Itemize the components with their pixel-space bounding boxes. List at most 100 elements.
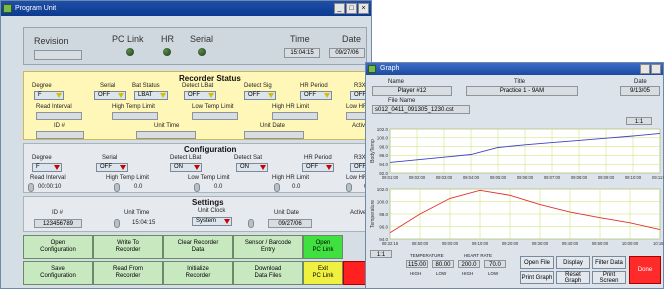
top-chart-xtick: 09:03:00 [436, 175, 453, 180]
top-chart-xtick: 09:08:00 [571, 175, 588, 180]
sensor-barcode-entry-button[interactable]: Sensor / Barcode Entry [233, 235, 303, 259]
set-unitdate-field[interactable]: 09/27/06 [268, 219, 312, 228]
serial-label: Serial [190, 34, 214, 44]
date-label: Date [342, 34, 362, 44]
rs-serial-label: Serial [100, 83, 116, 89]
exit-pc-link-button[interactable]: Exit PC Link [303, 261, 343, 285]
bottom-chart-xtick: 10:00:00 [622, 241, 639, 246]
open-pc-link-button[interactable]: Open PC Link [303, 235, 343, 259]
cfg-readinterval-value[interactable]: 00:00:10 [38, 184, 61, 190]
temperature-limit-label: TEMPERATURE [410, 253, 444, 258]
temp-low-field[interactable]: 80.00 [432, 260, 454, 268]
cfg-degree-label: Degree [32, 155, 52, 161]
hr-low-field[interactable]: 70.0 [484, 260, 506, 268]
settings-panel: Settings ID # Unit Time Unit Clock Unit … [23, 196, 373, 232]
cfg-hrperiod-dropdown[interactable]: OFF [302, 163, 334, 172]
top-chart-xtick: 09:07:00 [544, 175, 561, 180]
cfg-serial-label: Serial [102, 155, 118, 161]
rs-id-field [36, 131, 84, 139]
rs-id-label: ID # [54, 123, 66, 129]
open-configuration-button[interactable]: Open Configuration [23, 235, 93, 259]
hr-low-sublabel: LOW [488, 271, 499, 276]
bottom-chart-xtick: 08:32:15 [382, 241, 399, 246]
display-button[interactable]: Display [556, 256, 590, 269]
bottom-chart-xtick: 09:10:00 [472, 241, 489, 246]
top-chart-xtick: 09:06:00 [517, 175, 534, 180]
rs-detectsig-label: Detect Sig [244, 83, 272, 89]
configuration-title: Configuration [184, 145, 237, 154]
serial-indicator [198, 48, 206, 56]
cfg-detectsat-label: Detect Sat [234, 155, 263, 161]
filter-data-button[interactable]: Filter Data [592, 256, 626, 269]
set-active-label: Active [350, 210, 367, 216]
done-button[interactable]: Done [629, 256, 661, 284]
pclink-label: PC Link [112, 34, 144, 44]
read-from-recorder-button[interactable]: Read From Recorder [93, 261, 163, 285]
program-title: Program Unit [15, 5, 57, 12]
initialize-recorder-button[interactable]: Initialize Recorder [163, 261, 233, 285]
minimize-button[interactable]: _ [334, 3, 345, 14]
hr-high-field[interactable]: 200.0 [458, 260, 480, 268]
reset-graph-button[interactable]: Reset Graph [556, 271, 590, 284]
maximize-button[interactable]: □ [346, 3, 357, 14]
rs-degree-label: Degree [32, 83, 52, 89]
bottom-chart-xtick: 08:50:00 [412, 241, 429, 246]
cfg-highhr-stepper[interactable] [274, 183, 280, 192]
rs-lowtemp-field [192, 112, 238, 120]
set-unitdate-stepper[interactable] [248, 219, 254, 228]
cfg-readinterval-stepper[interactable] [28, 183, 34, 192]
top-chart-xtick: 09:10:00 [625, 175, 642, 180]
cfg-serial-dropdown[interactable]: OFF [96, 163, 128, 172]
configuration-panel: Configuration Degree Serial Detect LBat … [23, 143, 374, 193]
close-button[interactable]: × [358, 3, 369, 14]
open-file-button[interactable]: Open File [520, 256, 554, 269]
cfg-detectlbat-dropdown[interactable]: ON [170, 163, 202, 172]
cfg-lowtemp-label: Low Temp Limit [188, 175, 230, 181]
cfg-highhr-value[interactable]: 0.0 [292, 184, 300, 190]
pclink-indicator [126, 48, 134, 56]
rs-lowtemp-label: Low Temp Limit [192, 104, 234, 110]
cfg-hrperiod-label: HR Period [304, 155, 332, 161]
set-unitclock-dropdown[interactable]: System [192, 217, 232, 226]
graph-window: Graph Name Player #12 Title Practice 1 -… [365, 62, 664, 289]
program-unit-window: Program Unit _ □ × Revision PC Link HR S… [0, 0, 374, 289]
bottom-chart-xtick: 09:00:00 [442, 241, 459, 246]
rs-hrperiod-dropdown: OFF [300, 91, 332, 100]
rs-detectlbat-dropdown: OFF [184, 91, 216, 100]
set-unittime-value[interactable]: 15:04:15 [132, 220, 155, 226]
cfg-degree-dropdown[interactable]: F [32, 163, 62, 172]
bottom-chart-xtick: 09:50:00 [592, 241, 609, 246]
cfg-hightemp-label: High Temp Limit [106, 175, 149, 181]
top-chart-xtick: 09:01:00 [382, 175, 399, 180]
program-titlebar[interactable]: Program Unit _ □ × [1, 1, 371, 16]
top-chart-xtick: 09:11:00 [652, 175, 664, 180]
set-unitclock-label: Unit Clock [198, 208, 226, 214]
zoom-indicator-bottom[interactable]: 1:1 [370, 250, 392, 258]
cfg-lowtemp-stepper[interactable] [194, 183, 200, 192]
set-id-field[interactable]: 123456789 [34, 219, 82, 228]
rs-batstatus-dropdown: LBAT [134, 91, 168, 100]
rs-hightemp-label: High Temp Limit [112, 104, 155, 110]
cfg-detectsat-dropdown[interactable]: ON [236, 163, 268, 172]
hr-label: HR [161, 34, 174, 44]
top-chart-xtick: 09:04:00 [463, 175, 480, 180]
print-graph-button[interactable]: Print Graph [520, 271, 554, 284]
clear-recorder-data-button[interactable]: Clear Recorder Data [163, 235, 233, 259]
cfg-hightemp-stepper[interactable] [114, 183, 120, 192]
cfg-lowtemp-value[interactable]: 0.0 [214, 184, 222, 190]
rs-unittime-label: Unit Time [154, 123, 180, 129]
save-configuration-button[interactable]: Save Configuration [23, 261, 93, 285]
download-data-files-button[interactable]: Download Data Files [233, 261, 303, 285]
bottom-chart-ytick: 96.0 [379, 224, 388, 229]
top-chart-ylabel: BodyTemp [370, 139, 376, 163]
write-to-recorder-button[interactable]: Write To Recorder [93, 235, 163, 259]
set-unittime-stepper[interactable] [114, 219, 120, 228]
bottom-chart-ylabel: Temperature [370, 200, 376, 228]
bottom-chart-ytick: 102.0 [377, 187, 389, 192]
bottom-chart-xtick: 09:40:00 [562, 241, 579, 246]
print-screen-button[interactable]: Print Screen [592, 271, 626, 284]
cfg-hightemp-value[interactable]: 0.0 [134, 184, 142, 190]
cfg-lowhr-stepper[interactable] [346, 183, 352, 192]
temp-high-field[interactable]: 115.00 [406, 260, 428, 268]
recorder-status-title: Recorder Status [179, 74, 241, 83]
